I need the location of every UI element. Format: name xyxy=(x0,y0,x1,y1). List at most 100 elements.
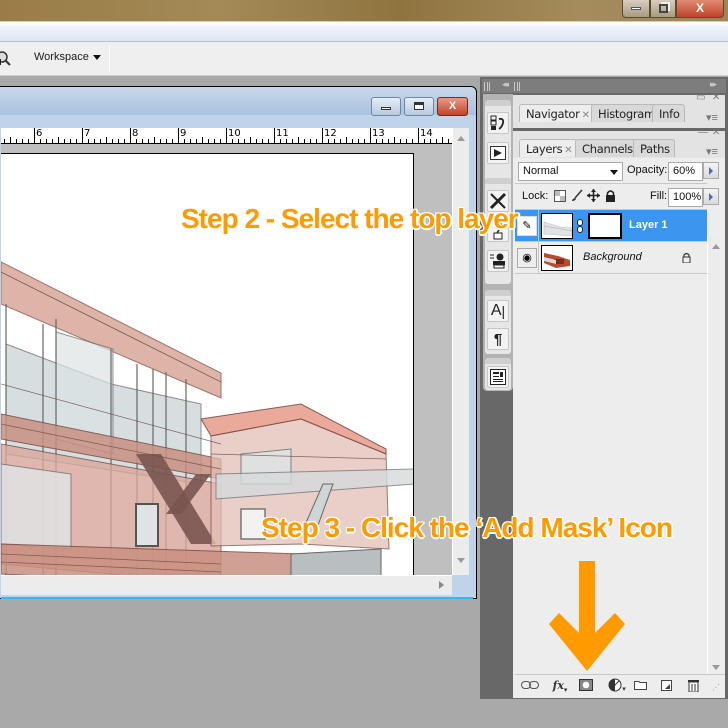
layer-row-layer-1[interactable]: ✎ Layer 1 xyxy=(515,210,707,242)
close-panel-icon[interactable]: ✕ xyxy=(712,92,720,103)
ruler-minor-tick xyxy=(286,139,287,143)
add-layer-mask-button[interactable] xyxy=(578,677,594,693)
brush-visibility-icon[interactable]: ✎ xyxy=(517,216,537,236)
tab-navigator[interactable]: Navigator ✕ xyxy=(519,104,595,122)
scroll-up-icon[interactable] xyxy=(457,136,465,141)
panel-menu-icon[interactable]: ▾≡ xyxy=(706,111,718,124)
layers-scrollbar[interactable] xyxy=(707,236,723,676)
layer-row-background[interactable]: ◉ Background xyxy=(515,242,707,274)
new-group-button[interactable] xyxy=(633,677,647,693)
add-layer-style-button[interactable]: fx ▾ xyxy=(549,677,571,694)
document-minimize-button[interactable] xyxy=(371,97,401,116)
new-layer-button[interactable] xyxy=(660,677,672,693)
minimize-panel-icon[interactable]: — xyxy=(698,127,708,138)
expand-dock-button[interactable]: ▸▸ xyxy=(710,79,717,90)
ruler-major-tick xyxy=(130,128,131,143)
annotation-step-3: Step 3 - Click the ‘Add Mask’ Icon xyxy=(261,512,673,543)
horizontal-ruler[interactable]: 6 7 8 9 10 11 12 13 14 xyxy=(1,128,452,144)
layer-comps-icon[interactable] xyxy=(487,366,509,388)
link-layers-button[interactable] xyxy=(521,677,539,693)
collapse-dock-button[interactable]: ◂◂ xyxy=(502,79,509,90)
adjustment-layer-icon xyxy=(608,678,622,692)
ruler-minor-tick xyxy=(430,139,431,143)
trash-icon xyxy=(687,679,699,692)
paragraph-icon[interactable]: ¶ xyxy=(487,328,509,350)
layer-name: Layer 1 xyxy=(629,219,668,231)
os-minimize-button[interactable] xyxy=(622,0,650,18)
scroll-down-icon[interactable] xyxy=(457,558,465,563)
document-maximize-button[interactable] xyxy=(404,97,434,116)
new-layer-icon xyxy=(660,679,672,691)
mask-link-icon[interactable] xyxy=(577,219,583,233)
lock-all-icon[interactable] xyxy=(605,189,616,202)
workspace-menu-button[interactable]: Workspace xyxy=(34,51,101,63)
layer-mask-icon xyxy=(579,679,593,691)
close-icon[interactable]: ✕ xyxy=(564,145,572,156)
os-restore-button[interactable] xyxy=(650,0,676,18)
blend-mode-select[interactable]: Normal xyxy=(518,162,623,181)
grip-icon[interactable] xyxy=(514,82,520,91)
lock-transparent-pixels-icon[interactable] xyxy=(554,190,566,202)
ruler-label: 12 xyxy=(324,128,337,139)
eye-visibility-icon[interactable]: ◉ xyxy=(517,248,537,268)
navigator-panel-group: Navigator ✕ Histogram Info ▭ ✕ ▾≡ xyxy=(513,92,725,128)
ruler-major-tick xyxy=(34,128,35,143)
tab-histogram[interactable]: Histogram xyxy=(591,104,660,122)
minimize-panel-icon[interactable]: ▭ xyxy=(696,92,705,103)
scroll-down-icon[interactable] xyxy=(712,665,720,670)
panel-icon-group xyxy=(485,100,511,182)
ruler-minor-tick xyxy=(238,139,239,143)
ruler-minor-tick xyxy=(448,139,449,143)
document-close-button[interactable]: X xyxy=(437,97,468,116)
opacity-slider-toggle[interactable] xyxy=(703,162,719,179)
lock-image-pixels-icon[interactable] xyxy=(571,189,583,202)
ruler-minor-tick xyxy=(436,139,437,143)
resize-grip-icon[interactable]: ⋰ xyxy=(712,683,720,692)
ruler-major-tick xyxy=(82,128,83,143)
grip-icon[interactable] xyxy=(484,82,490,91)
tab-paths[interactable]: Paths xyxy=(633,139,675,157)
ruler-minor-tick xyxy=(382,139,383,143)
tab-layers[interactable]: Layers ✕ xyxy=(519,139,578,157)
os-close-button[interactable]: X xyxy=(676,0,724,18)
close-icon[interactable]: ✕ xyxy=(582,110,590,121)
layer-thumbnail xyxy=(541,213,573,239)
ruler-minor-tick xyxy=(316,139,317,143)
minimize-icon xyxy=(381,107,391,110)
close-panel-icon[interactable]: ✕ xyxy=(712,127,720,138)
collapsed-panels-strip: A | ¶ xyxy=(483,94,513,391)
panel-menu-icon[interactable]: ▾≡ xyxy=(706,145,718,158)
ruler-label: 14 xyxy=(420,128,433,139)
tab-info[interactable]: Info xyxy=(652,104,685,122)
ruler-major-tick xyxy=(322,128,323,143)
delete-layer-button[interactable] xyxy=(687,677,699,693)
ruler-minor-tick xyxy=(352,139,353,143)
lock-position-icon[interactable] xyxy=(587,189,600,202)
clone-source-icon[interactable] xyxy=(487,250,509,272)
actions-play-icon[interactable] xyxy=(487,142,509,164)
character-icon[interactable]: A | xyxy=(487,300,509,322)
fill-input[interactable]: 100% xyxy=(668,188,703,207)
history-icon[interactable] xyxy=(487,112,509,134)
layer-name: Background xyxy=(583,251,642,263)
opacity-input[interactable]: 60% xyxy=(668,162,703,181)
layer-locked-icon xyxy=(682,252,691,263)
new-adjustment-layer-button[interactable]: ▾ xyxy=(606,677,628,693)
scroll-right-icon[interactable] xyxy=(439,581,444,589)
layer-mask-thumbnail[interactable] xyxy=(588,213,622,239)
dock-header[interactable] xyxy=(482,79,726,93)
zoom-tool-icon[interactable] xyxy=(0,51,12,67)
fill-slider-toggle[interactable] xyxy=(703,188,719,205)
ruler-label: 7 xyxy=(84,128,91,139)
ruler-minor-tick xyxy=(58,137,59,143)
document-vertical-scrollbar[interactable] xyxy=(452,128,469,575)
ruler-minor-tick xyxy=(232,139,233,143)
divider xyxy=(515,183,707,184)
ruler-minor-tick xyxy=(442,137,443,143)
document-horizontal-scrollbar[interactable] xyxy=(1,575,452,595)
ruler-minor-tick xyxy=(292,139,293,143)
tab-channels[interactable]: Channels xyxy=(575,139,638,157)
panel-icon-group xyxy=(485,358,511,390)
scroll-up-icon[interactable] xyxy=(712,244,720,249)
layers-tab-bar: Layers ✕ Channels Paths — ✕ ▾≡ xyxy=(513,127,725,158)
